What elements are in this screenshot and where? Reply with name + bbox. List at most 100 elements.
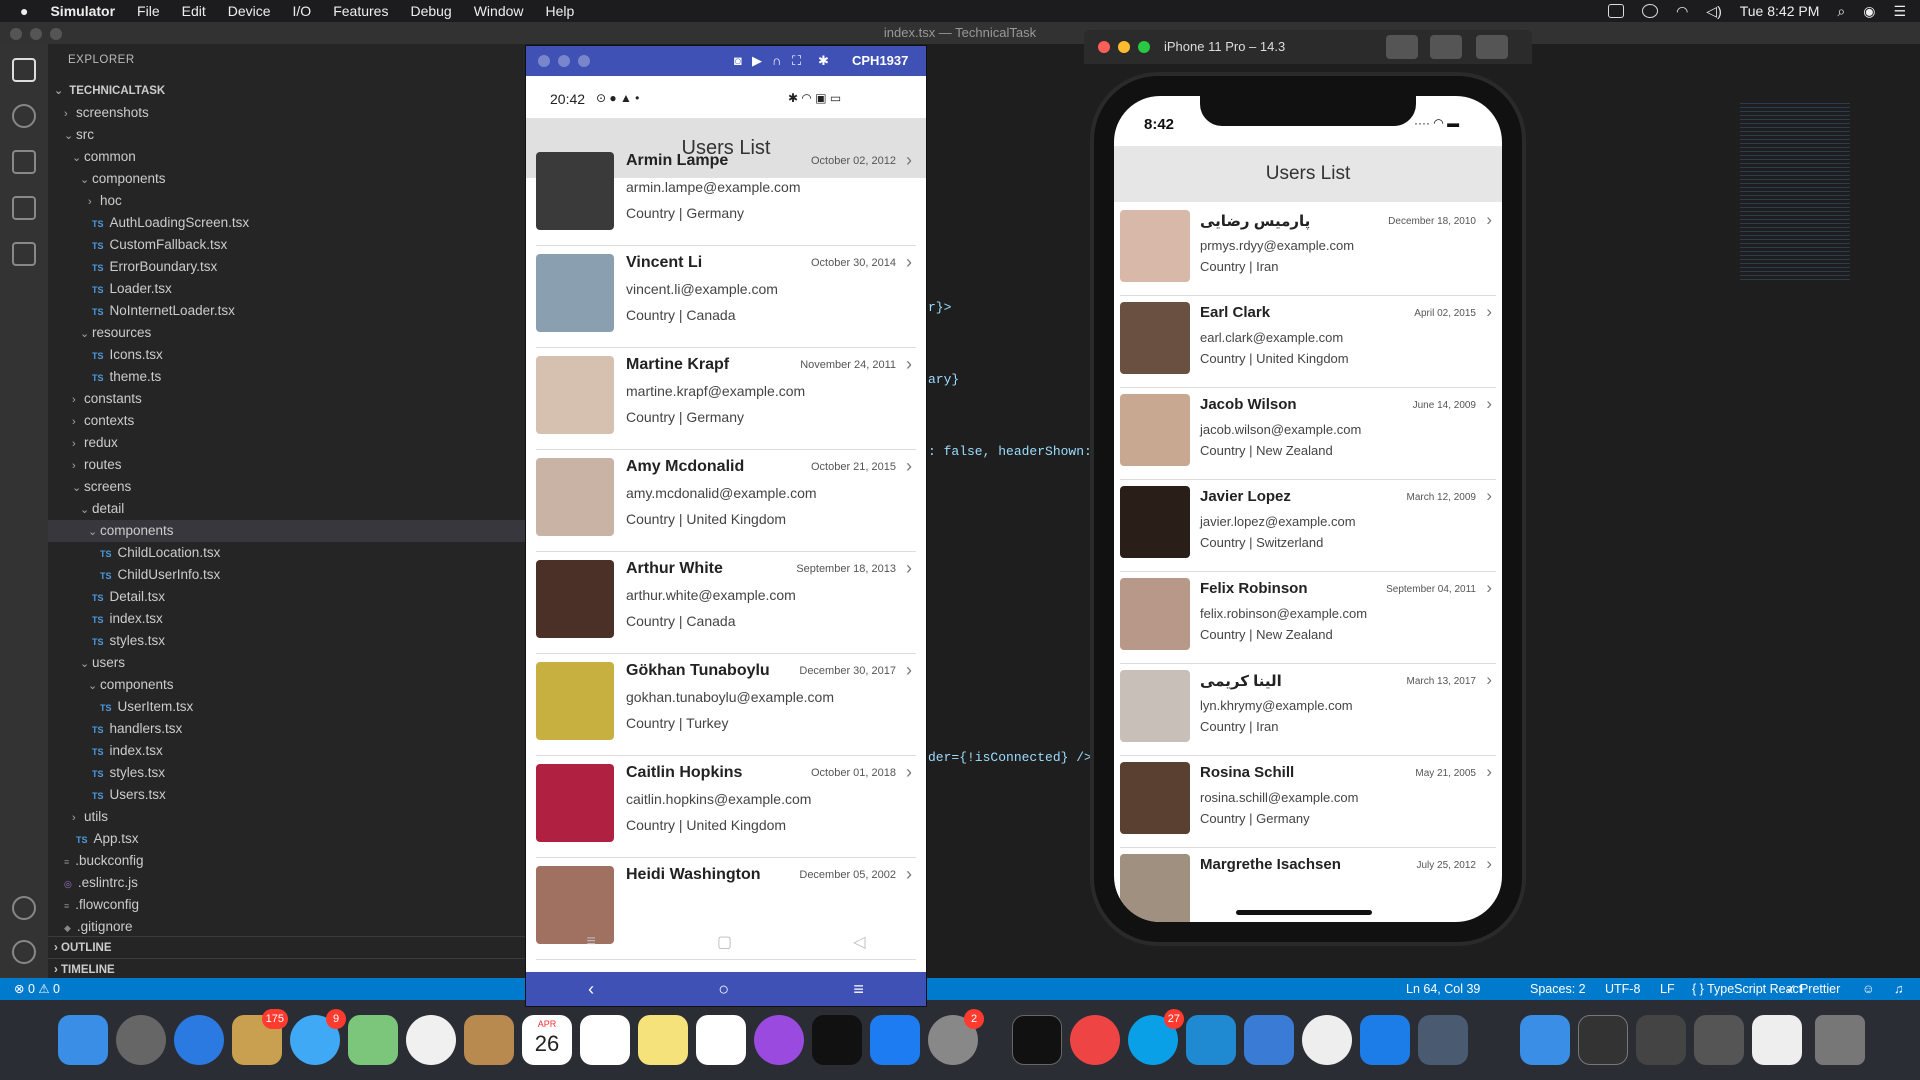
tree-folder[interactable]: › contexts [48, 410, 526, 432]
user-list-item[interactable]: Armin Lampe October 02, 2012 › armin.lam… [536, 144, 916, 246]
user-list-item[interactable]: Caitlin Hopkins October 01, 2018 › caitl… [536, 756, 916, 858]
tree-folder[interactable]: › utils [48, 806, 526, 828]
music-icon[interactable] [696, 1015, 746, 1065]
tree-folder[interactable]: › hoc [48, 190, 526, 212]
home-icon[interactable]: ▢ [717, 932, 732, 952]
fullscreen-icon[interactable]: ⛶ [792, 53, 801, 69]
tree-file[interactable]: TS Icons.tsx [48, 344, 526, 366]
user-list-item[interactable]: Vincent Li October 30, 2014 › vincent.li… [536, 246, 916, 348]
rotate-icon[interactable] [1476, 35, 1508, 59]
menu-io[interactable]: I/O [293, 3, 312, 19]
tree-folder[interactable]: › routes [48, 454, 526, 476]
simulator-icon[interactable] [1360, 1015, 1410, 1065]
tree-file[interactable]: TS theme.ts [48, 366, 526, 388]
user-list-item[interactable]: Jacob Wilson June 14, 2009 › jacob.wilso… [1120, 388, 1496, 480]
wifi-icon[interactable]: ◠ [1676, 3, 1688, 20]
back-icon[interactable]: ‹ [588, 979, 594, 1000]
audio-icon[interactable]: ∩ [772, 53, 781, 68]
settings-gear-icon[interactable] [12, 940, 36, 964]
tree-folder[interactable]: ⌄ components [48, 520, 526, 542]
menu-device[interactable]: Device [228, 3, 271, 19]
search-icon[interactable]: ⌕ [1837, 3, 1845, 20]
menu-debug[interactable]: Debug [410, 3, 451, 19]
tree-folder[interactable]: ⌄ components [48, 168, 526, 190]
close-button[interactable] [1098, 41, 1110, 53]
photos-icon[interactable] [406, 1015, 456, 1065]
tree-folder[interactable]: ⌄ resources [48, 322, 526, 344]
menubar-clock[interactable]: Tue 8:42 PM [1740, 3, 1820, 19]
mail-icon[interactable]: 175 [232, 1009, 288, 1065]
tree-folder[interactable]: › constants [48, 388, 526, 410]
tree-folder[interactable]: ⌄ common [48, 146, 526, 168]
menu-file[interactable]: File [137, 3, 160, 19]
system-preferences-icon[interactable]: 2 [928, 1009, 984, 1065]
apple-icon[interactable]: ● [20, 3, 28, 19]
siri-icon[interactable]: ◉ [1863, 3, 1875, 20]
tree-file[interactable]: TS Users.tsx [48, 784, 526, 806]
window-preview-icon[interactable] [1694, 1015, 1744, 1065]
camera-icon[interactable]: ◙ [734, 53, 742, 68]
contacts-icon[interactable] [464, 1015, 514, 1065]
outline-section[interactable]: › OUTLINE [48, 936, 526, 958]
launchpad-icon[interactable] [116, 1015, 166, 1065]
tree-file[interactable]: TS handlers.tsx [48, 718, 526, 740]
user-list-item[interactable]: Gökhan Tunaboylu December 30, 2017 › gok… [536, 654, 916, 756]
files-icon[interactable] [12, 58, 36, 82]
vscode-icon[interactable] [1186, 1015, 1236, 1065]
tree-file[interactable]: ≡ .flowconfig [48, 894, 526, 916]
encoding[interactable]: UTF-8 [1605, 978, 1640, 1000]
menu-features[interactable]: Features [333, 3, 388, 19]
zoom-button[interactable] [50, 28, 62, 40]
tree-file[interactable]: ◎ .eslintrc.js [48, 872, 526, 894]
tree-folder[interactable]: › screenshots [48, 102, 526, 124]
window-preview-icon[interactable] [1636, 1015, 1686, 1065]
tree-file[interactable]: TS styles.tsx [48, 762, 526, 784]
tree-file[interactable]: TS NoInternetLoader.tsx [48, 300, 526, 322]
tree-file[interactable]: TS Loader.tsx [48, 278, 526, 300]
feedback-icon[interactable]: ☺ [1862, 978, 1875, 1000]
downloads-folder-icon[interactable] [1520, 1015, 1570, 1065]
tree-file[interactable]: TS ErrorBoundary.tsx [48, 256, 526, 278]
minimize-button[interactable] [558, 55, 570, 67]
app-store-icon[interactable] [870, 1015, 920, 1065]
chrome-icon[interactable] [1070, 1015, 1120, 1065]
home-indicator[interactable] [1236, 910, 1372, 915]
minimize-button[interactable] [1118, 41, 1130, 53]
menu-edit[interactable]: Edit [182, 3, 206, 19]
tree-file[interactable]: TS UserItem.tsx [48, 696, 526, 718]
search-icon[interactable] [12, 104, 36, 128]
tree-folder[interactable]: ⌄ users [48, 652, 526, 674]
menu-icon[interactable]: ≡ [853, 979, 864, 1000]
project-root[interactable]: ⌄ TECHNICALTASK [48, 80, 526, 102]
tree-folder[interactable]: ⌄ components [48, 674, 526, 696]
user-list-item[interactable]: Javier Lopez March 12, 2009 › javier.lop… [1120, 480, 1496, 572]
tree-file[interactable]: TS styles.tsx [48, 630, 526, 652]
menu-app-name[interactable]: Simulator [50, 3, 115, 19]
user-list-item[interactable]: الینا کریمی March 13, 2017 › lyn.khrymy@… [1120, 664, 1496, 756]
notes-icon[interactable] [638, 1015, 688, 1065]
tree-file[interactable]: TS index.tsx [48, 740, 526, 762]
user-list-item[interactable]: Earl Clark April 02, 2015 › earl.clark@e… [1120, 296, 1496, 388]
window-preview-icon[interactable] [1752, 1015, 1802, 1065]
problems-indicator[interactable]: ⊗ 0 ⚠ 0 [14, 978, 60, 1000]
minimize-button[interactable] [30, 28, 42, 40]
run-debug-icon[interactable] [12, 196, 36, 220]
finder-icon[interactable] [58, 1015, 108, 1065]
tree-file[interactable]: ◆ .gitignore [48, 916, 526, 938]
tree-folder[interactable]: ⌄ screens [48, 476, 526, 498]
trash-icon[interactable] [1815, 1015, 1865, 1065]
home-icon[interactable]: ○ [718, 979, 729, 1000]
messages-icon[interactable]: 9 [290, 1009, 346, 1065]
podcasts-icon[interactable] [754, 1015, 804, 1065]
user-list-item[interactable]: پارمیس رضایی December 18, 2010 › prmys.r… [1120, 204, 1496, 296]
prettier-status[interactable]: ✓ Prettier [1786, 978, 1840, 1000]
control-center-icon[interactable]: ☰ [1893, 3, 1906, 20]
terminal-icon[interactable] [1012, 1015, 1062, 1065]
indentation[interactable]: Spaces: 2 [1530, 978, 1586, 1000]
home-icon[interactable] [1430, 35, 1462, 59]
tree-folder[interactable]: ⌄ detail [48, 498, 526, 520]
zoom-button[interactable] [1138, 41, 1150, 53]
line-ending[interactable]: LF [1660, 978, 1675, 1000]
account-icon[interactable] [12, 896, 36, 920]
tree-file[interactable]: TS ChildUserInfo.tsx [48, 564, 526, 586]
